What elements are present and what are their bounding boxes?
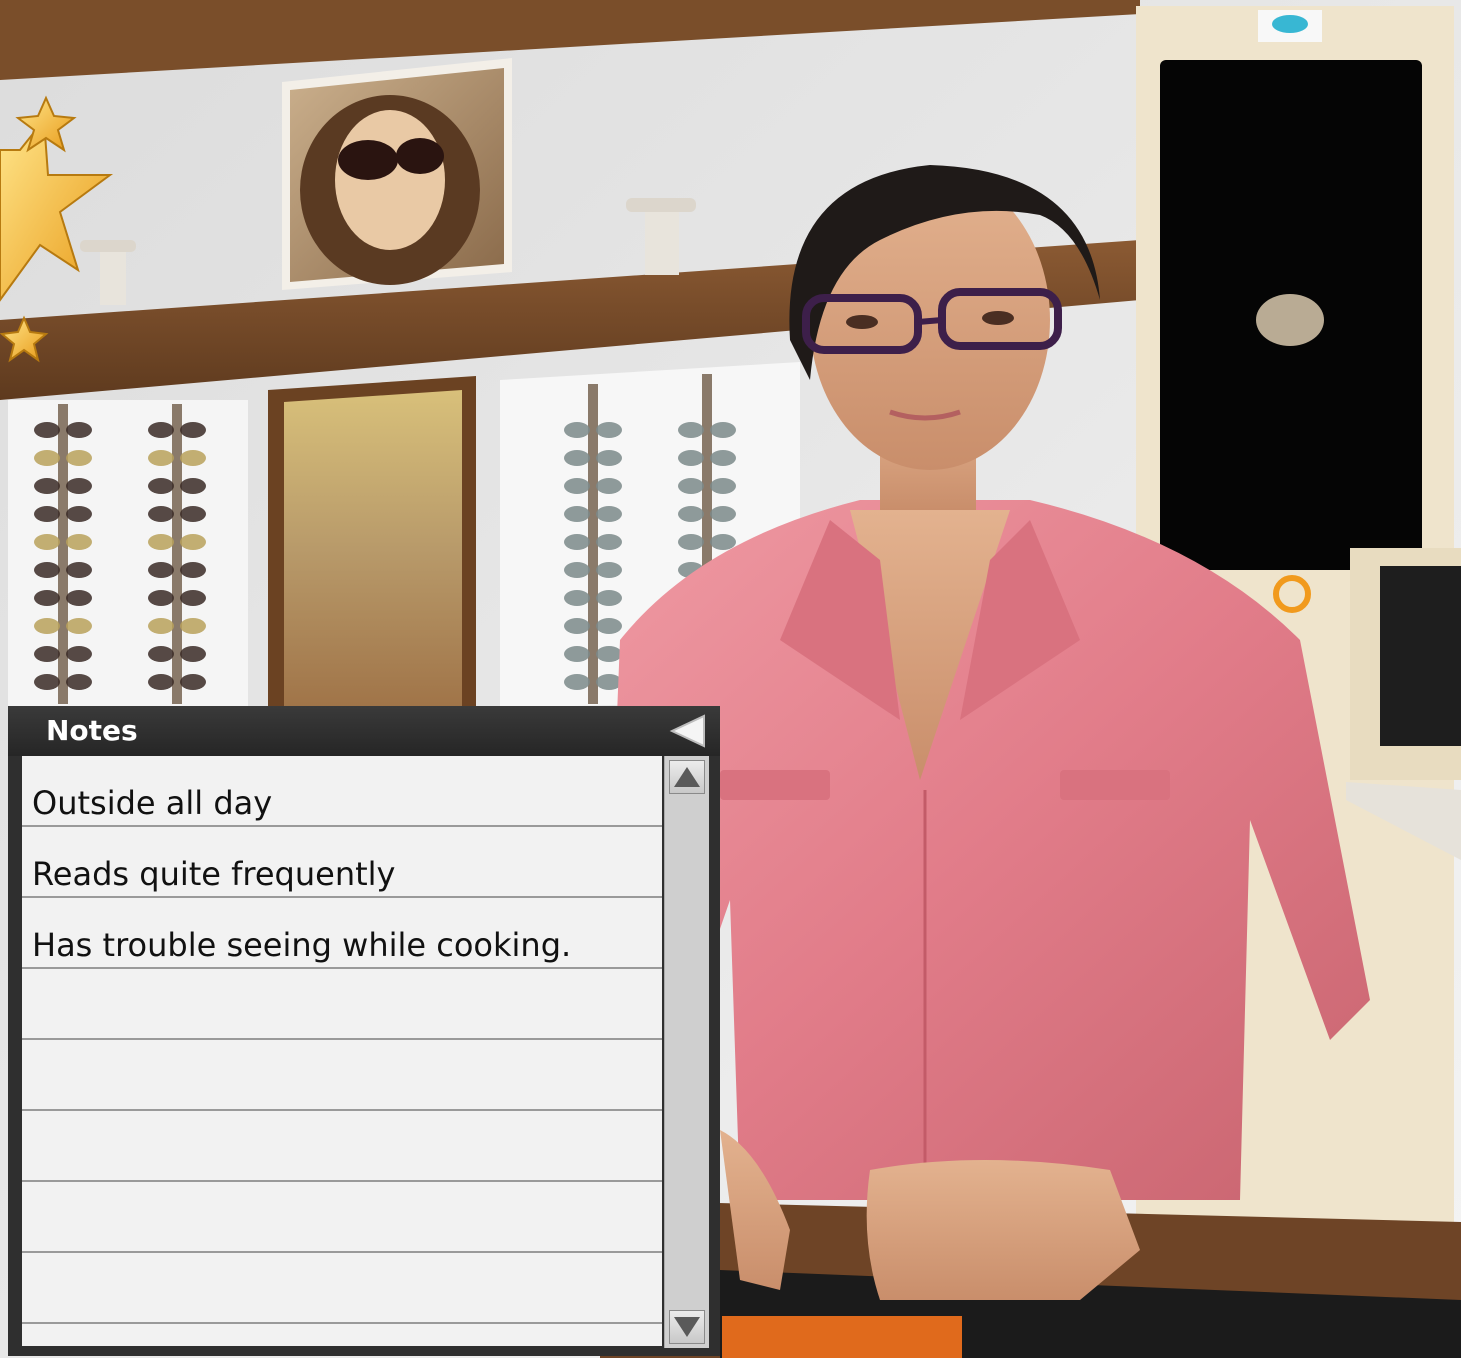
eyeglasses-rack-left [8, 400, 248, 708]
note-line [22, 969, 662, 1040]
wall-mirror [268, 376, 476, 708]
note-line: Outside all day [22, 756, 662, 827]
notes-header: Notes [8, 706, 720, 756]
note-line [22, 1182, 662, 1253]
notes-scrollbar[interactable] [664, 756, 709, 1348]
collapse-button[interactable] [668, 712, 708, 750]
notes-title: Notes [46, 714, 138, 747]
note-text: Has trouble seeing while cooking. [32, 926, 572, 964]
note-line [22, 1040, 662, 1111]
down-triangle-icon [674, 1317, 700, 1337]
notes-panel: Notes Outside all day Reads quite freque… [8, 706, 720, 1356]
note-text: Reads quite frequently [32, 855, 396, 893]
note-line [22, 1253, 662, 1324]
note-line: Reads quite frequently [22, 827, 662, 898]
sunglasses-poster [282, 58, 512, 290]
scroll-down-button[interactable] [669, 1310, 705, 1344]
note-line: Has trouble seeing while cooking. [22, 898, 662, 969]
note-line [22, 1111, 662, 1182]
note-text: Outside all day [32, 784, 273, 822]
scroll-up-button[interactable] [669, 760, 705, 794]
left-triangle-icon [669, 714, 705, 748]
notes-list[interactable]: Outside all day Reads quite frequently H… [22, 756, 662, 1346]
up-triangle-icon [674, 767, 700, 787]
